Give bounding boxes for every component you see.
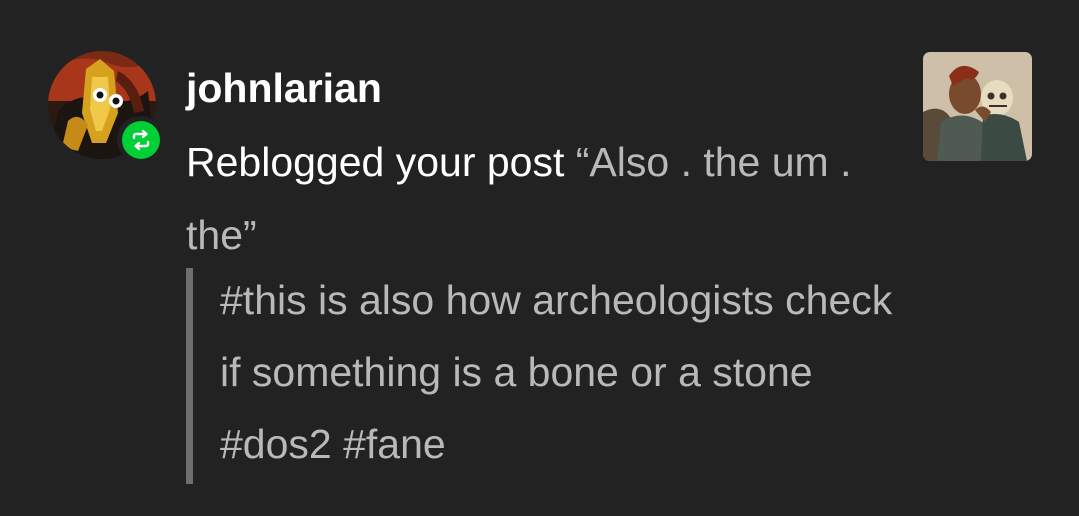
username-link[interactable]: johnlarian [186,62,382,114]
post-thumbnail-image [923,52,1032,161]
reblog-icon [121,120,160,159]
post-thumbnail[interactable] [923,52,1032,161]
notification-message: Reblogged your post “Also . the um . the… [186,126,886,272]
action-text: Reblogged your post [186,139,565,185]
reblog-tags: #this is also how archeologists check if… [220,277,893,467]
reblog-badge [117,116,164,163]
reblog-tags-quote: #this is also how archeologists check if… [186,268,906,484]
avatar-container[interactable] [48,51,164,163]
reblog-notification[interactable]: johnlarian Reblogged your post “Also . t… [0,0,1079,516]
